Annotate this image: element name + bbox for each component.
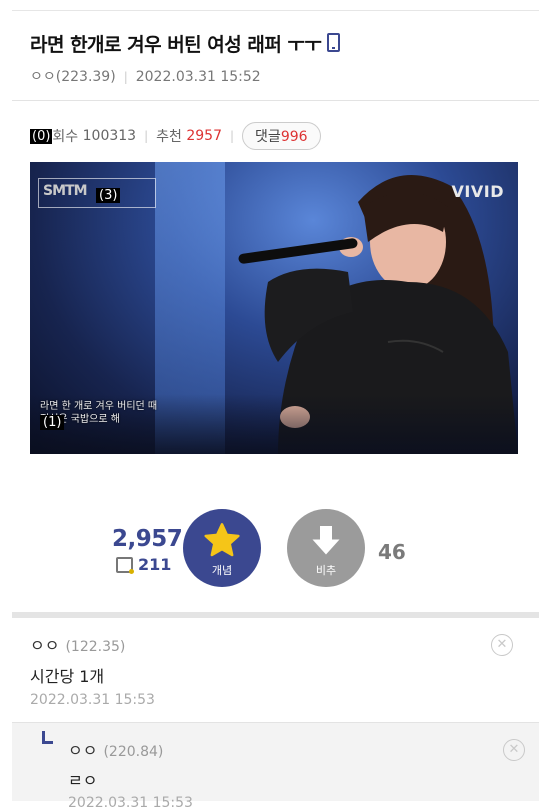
upvote-label: 개념 (211, 564, 233, 577)
post-meta: ㅇㅇ(223.39) | 2022.03.31 15:52 (30, 66, 261, 86)
comments-count: 996 (280, 129, 308, 145)
comment-text: 시간당 1개 (30, 667, 105, 686)
post-date: 2022.03.31 15:52 (135, 69, 261, 85)
arrow-down-icon (312, 526, 340, 555)
comment-text: ㄹㅇ (68, 771, 98, 790)
downvote-label: 비추 (315, 564, 337, 577)
comment-author[interactable]: ㅇㅇ (220.84) (68, 737, 163, 761)
recommend-count: 2957 (186, 128, 222, 144)
mobile-icon (327, 33, 341, 52)
post-title: 라면 한개로 겨우 버틴 여성 래퍼 ㅜㅜ (30, 30, 341, 57)
star-icon (204, 523, 240, 557)
vivid-watermark: VIVID (451, 182, 504, 201)
upvote-count: 2,957 (112, 526, 183, 552)
comment-author[interactable]: ㅇㅇ (122.35) (30, 632, 125, 656)
divider (12, 10, 539, 11)
downvote-button[interactable]: 비추 (287, 509, 365, 587)
marker-label: (1) (40, 415, 65, 430)
subtitle-line: 라면 한 개로 겨우 버티던 때 (40, 401, 158, 412)
separator: | (230, 129, 235, 143)
gold-icon (116, 556, 134, 574)
marker-label: (3) (96, 188, 121, 203)
post-title-text: 라면 한개로 겨우 버틴 여성 래퍼 ㅜㅜ (30, 34, 322, 56)
comment-user: ㅇㅇ (68, 741, 98, 760)
comment-date: 2022.03.31 15:53 (68, 795, 193, 811)
post-page: 라면 한개로 겨우 버틴 여성 래퍼 ㅜㅜ ㅇㅇ(223.39) | 2022.03… (0, 0, 539, 811)
views-count: 100313 (82, 128, 137, 144)
embedded-video-image[interactable]: SMTM (3) VIVID 라면 한 개로 겨우 버티던 때 점심은 국밥으로… (30, 162, 518, 454)
reply-item: ㅇㅇ (220.84) ✕ ㄹㅇ 2022.03.31 15:53 (12, 722, 539, 811)
divider (12, 100, 539, 101)
delete-comment-icon[interactable]: ✕ (491, 634, 513, 656)
comment-ip: (220.84) (103, 744, 164, 760)
show-logo-text: SMTM (43, 183, 87, 199)
comment-ip: (122.35) (65, 639, 126, 655)
comment-date: 2022.03.31 15:53 (30, 692, 155, 708)
upvote-button[interactable]: 개념 (183, 509, 261, 587)
views-label: 회수 (52, 129, 79, 145)
gold-count: 211 (116, 555, 171, 574)
gold-count-value: 211 (138, 555, 172, 574)
comments-label: 댓글 (255, 129, 281, 145)
separator: | (123, 70, 128, 84)
author-ip: (223.39) (55, 69, 116, 85)
reply-arrow-icon (42, 731, 53, 744)
delete-comment-icon[interactable]: ✕ (503, 739, 525, 761)
separator: | (144, 129, 149, 143)
marker-label: (0) (30, 128, 53, 144)
comment-user: ㅇㅇ (30, 636, 60, 655)
downvote-count: 46 (378, 540, 406, 564)
section-divider (12, 612, 539, 618)
recommend-label: 추천 (156, 129, 182, 145)
author-name[interactable]: ㅇㅇ (30, 69, 56, 85)
post-stats: (0) 회수 100313 | 추천 2957 | 댓글996 (30, 122, 321, 150)
comments-button[interactable]: 댓글996 (242, 122, 321, 150)
